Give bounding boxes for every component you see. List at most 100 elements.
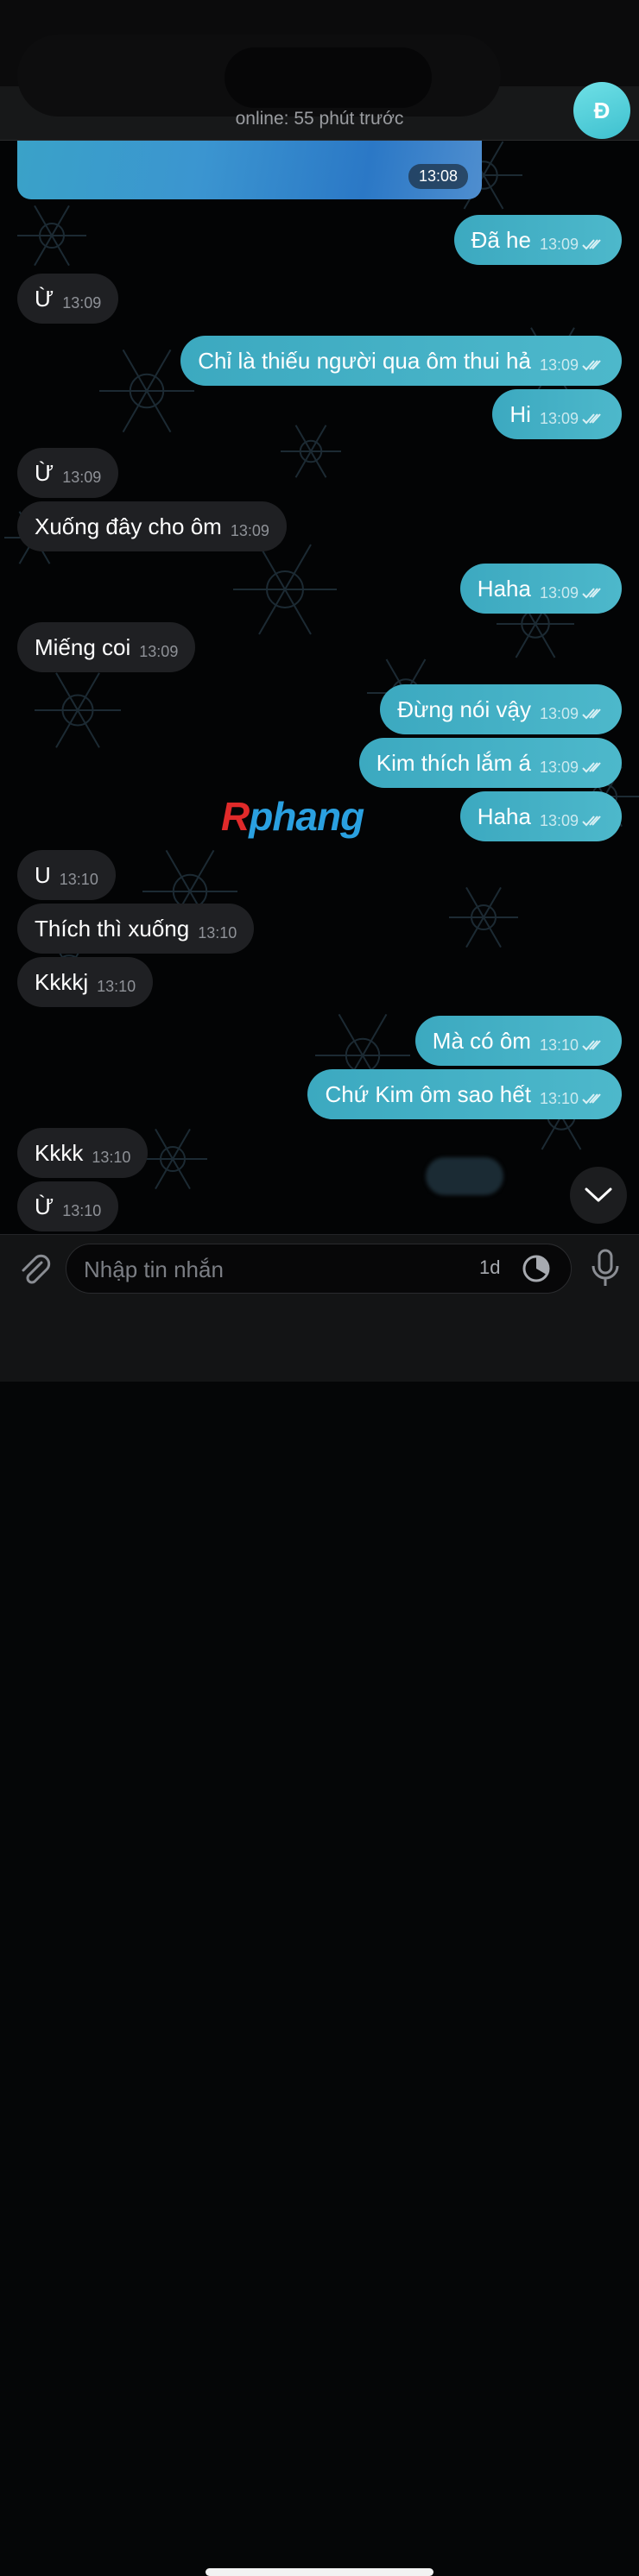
scroll-down-button[interactable] <box>570 1167 627 1224</box>
message-time: 13:09 <box>539 811 579 829</box>
incoming-message[interactable]: Xuống đây cho ôm 13:09 <box>17 501 287 551</box>
self-destruct-timer-icon[interactable] <box>521 1253 552 1284</box>
outgoing-message[interactable]: Chứ Kim ôm sao hết 13:10 <box>307 1069 622 1119</box>
message-row: Mà có ôm 13:10 <box>0 1016 639 1066</box>
redacted-contact-name-overlay <box>225 47 432 108</box>
paperclip-icon[interactable] <box>16 1250 54 1288</box>
message-text: Haha <box>477 803 531 829</box>
double-check-icon <box>582 239 601 250</box>
incoming-message[interactable]: Kkkk 13:10 <box>17 1128 149 1178</box>
message-row: Đã he 13:09 <box>0 215 639 265</box>
incoming-message[interactable]: Thích thì xuống 13:10 <box>17 904 255 954</box>
message-row: Xuống đây cho ôm 13:09 <box>0 501 639 551</box>
message-text: U <box>35 861 51 888</box>
message-row: Ừ 13:09 <box>0 274 639 324</box>
message-time: 13:09 <box>539 235 579 253</box>
incoming-message[interactable]: Kkkkj 13:10 <box>17 957 154 1007</box>
message-text: Haha <box>477 575 531 601</box>
message-input-wrapper: 1d <box>66 1244 572 1294</box>
message-text: Kim thích lắm á <box>376 749 531 776</box>
message-time: 13:09 <box>539 704 579 722</box>
outgoing-message[interactable]: Haha 13:09 <box>459 791 622 841</box>
double-check-icon <box>582 360 601 371</box>
message-text: Chứ Kim ôm sao hết <box>325 1080 531 1107</box>
message-text: Đừng nói vậy <box>397 696 531 722</box>
double-check-icon <box>582 1093 601 1105</box>
message-text: Ừ <box>35 1193 54 1219</box>
microphone-icon[interactable] <box>587 1249 623 1288</box>
home-indicator <box>206 2568 433 2576</box>
message-input[interactable] <box>82 1244 448 1294</box>
outgoing-message[interactable]: Mà có ôm 13:10 <box>414 1016 622 1066</box>
message-row: Ừ 13:09 <box>0 448 639 498</box>
incoming-message[interactable]: U 13:10 <box>17 850 116 900</box>
message-row: Chỉ là thiếu người qua ôm thui hả 13:09 <box>0 336 639 386</box>
message-time: 13:09 <box>539 583 579 601</box>
message-row: Hi 13:09 <box>0 389 639 439</box>
message-row: Chứ Kim ôm sao hết 13:10 <box>0 1069 639 1119</box>
media-message[interactable]: 13:08 <box>17 141 482 199</box>
message-text: Miếng coi <box>35 633 131 660</box>
message-composer: 1d <box>0 1234 639 2576</box>
message-time: 13:10 <box>198 923 237 942</box>
message-text: Ừ <box>35 285 54 312</box>
incoming-message[interactable]: Ừ 13:09 <box>17 448 119 498</box>
message-time: 13:09 <box>539 356 579 374</box>
double-check-icon <box>582 709 601 720</box>
watermark: Rphang <box>221 793 364 840</box>
double-check-icon <box>582 588 601 599</box>
message-row: Haha 13:09 <box>0 564 639 614</box>
incoming-message[interactable]: Ừ 13:10 <box>17 1181 119 1231</box>
message-time: 13:10 <box>62 1201 102 1219</box>
message-text: Xuống đây cho ôm <box>35 513 222 539</box>
outgoing-message[interactable]: Đừng nói vậy 13:09 <box>380 684 622 734</box>
message-text: Ừ <box>35 459 54 486</box>
double-check-icon <box>582 762 601 773</box>
message-time: 13:10 <box>97 977 136 995</box>
chevron-down-icon <box>585 1187 612 1202</box>
chat-header: online: 55 phút trước Đ <box>0 0 639 141</box>
message-time: 13:09 <box>62 293 102 312</box>
message-row: Miếng coi 13:09 <box>0 622 639 672</box>
double-check-icon <box>582 413 601 425</box>
message-time: 13:09 <box>139 642 179 660</box>
message-time: 13:09 <box>230 521 269 539</box>
redacted-word <box>426 1157 503 1195</box>
outgoing-message[interactable]: Kim thích lắm á 13:09 <box>358 738 622 788</box>
message-text: Chỉ là thiếu người qua ôm thui hả <box>198 347 531 374</box>
message-row: Kkkkj 13:10 <box>0 957 639 1007</box>
double-check-icon <box>582 816 601 827</box>
message-text: Kkkk <box>35 1139 84 1166</box>
message-row: Thích thì xuống 13:10 <box>0 904 639 954</box>
outgoing-message[interactable]: Chỉ là thiếu người qua ôm thui hả 13:09 <box>180 336 622 386</box>
message-text: Thích thì xuống <box>35 915 190 942</box>
message-text: Đã he <box>471 226 531 253</box>
incoming-message[interactable]: Miếng coi 13:09 <box>17 622 196 672</box>
watermark-r: R <box>221 794 250 839</box>
incoming-message[interactable]: Ừ 13:09 <box>17 274 119 324</box>
outgoing-message[interactable]: Hi 13:09 <box>492 389 622 439</box>
message-time: 13:10 <box>92 1148 131 1166</box>
message-row: Kim thích lắm á 13:09 <box>0 738 639 788</box>
outgoing-message[interactable]: Haha 13:09 <box>459 564 622 614</box>
message-time: 13:09 <box>62 468 102 486</box>
message-row: Kkkk 13:10 <box>0 1128 639 1178</box>
message-time: 13:10 <box>539 1036 579 1054</box>
message-text: Kkkkj <box>35 968 89 995</box>
avatar-letter: Đ <box>593 97 611 123</box>
message-row: Ừ 13:10 <box>0 1181 639 1231</box>
watermark-rest: phang <box>249 794 364 839</box>
message-list[interactable]: 13:08 Đã he 13:09 Ừ 13:09 Chỉ là thiếu người… <box>0 141 639 1260</box>
media-time: 13:08 <box>408 164 468 189</box>
message-time: 13:09 <box>539 758 579 776</box>
online-status: online: 55 phút trước <box>235 109 404 129</box>
timer-label: 1d <box>479 1257 501 1278</box>
message-row: U 13:10 <box>0 850 639 900</box>
message-text: Hi <box>509 400 531 427</box>
message-time: 13:10 <box>539 1089 579 1107</box>
double-check-icon <box>582 1040 601 1051</box>
contact-avatar[interactable]: Đ <box>573 82 630 139</box>
message-text: Mà có ôm <box>432 1027 531 1054</box>
outgoing-message[interactable]: Đã he 13:09 <box>453 215 622 265</box>
message-time: 13:09 <box>539 409 579 427</box>
